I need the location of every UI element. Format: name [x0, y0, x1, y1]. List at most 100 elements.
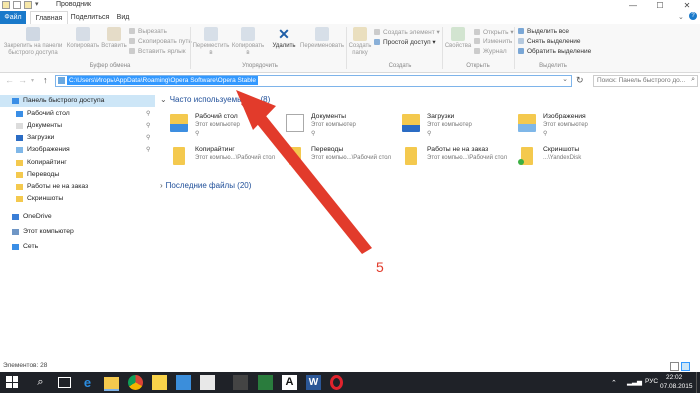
minimize-button[interactable]: — [620, 0, 646, 11]
pin-icon: ⚲ [146, 123, 151, 129]
search-input[interactable]: Поиск: Панель быстрого до... ⌕ [593, 75, 698, 87]
details-view-icon[interactable] [670, 362, 679, 371]
quick-access-tile[interactable]: Переводы Этот компью...\Рабочий стол [286, 145, 401, 173]
new-folder-icon[interactable] [24, 1, 32, 9]
recent-files-header[interactable]: › Последние файлы (20) [160, 181, 251, 190]
properties-icon[interactable] [13, 1, 21, 9]
search-icon[interactable]: ⌕ [33, 375, 48, 390]
word-icon[interactable]: W [306, 375, 321, 390]
maximize-button[interactable]: ☐ [647, 0, 673, 11]
frequent-folders-grid: Рабочий стол Этот компьютер ⚲ Документы Этот… [156, 89, 700, 179]
open-button[interactable]: Открыть ▾ [474, 28, 514, 36]
sidebar-item-translations[interactable]: Переводы [0, 169, 155, 181]
properties-button[interactable]: Свойства [444, 27, 472, 50]
copy-to-button[interactable]: Копировать в [230, 27, 266, 57]
pin-icon: ⚲ [146, 147, 151, 153]
show-desktop-button[interactable] [696, 372, 700, 393]
pin-to-quick-access-button[interactable]: Закрепить на панели быстрого доступа [2, 27, 64, 57]
sidebar-item-documents[interactable]: Документы ⚲ [0, 120, 155, 132]
tile-location: Этот компьютер [311, 122, 356, 128]
sidebar-item-network[interactable]: Сеть [0, 241, 155, 253]
store-icon[interactable] [176, 375, 191, 390]
select-group-label: Выделить [539, 63, 567, 69]
history-button[interactable]: Журнал [474, 48, 507, 55]
file-explorer-taskbar-icon[interactable] [104, 377, 119, 391]
move-to-icon [204, 27, 218, 41]
opera-icon[interactable] [330, 375, 343, 390]
cut-button[interactable]: Вырезать [129, 28, 167, 35]
chevron-down-icon[interactable]: ⌄ [678, 13, 684, 21]
address-path[interactable]: C:\Users\Игорь\AppData\Roaming\Opera Sof… [67, 76, 258, 85]
app-icon[interactable] [258, 375, 273, 390]
customize-qat-icon[interactable]: ▾ [35, 1, 39, 9]
sidebar-item-pictures[interactable]: Изображения ⚲ [0, 144, 155, 156]
documents-icon [286, 114, 304, 132]
forward-arrow-icon[interactable]: → [18, 75, 27, 85]
clock-time[interactable]: 22:02 [666, 374, 682, 381]
recent-locations-icon[interactable]: ▾ [31, 77, 34, 84]
tab-share[interactable]: Поделиться [70, 11, 110, 24]
copy-button[interactable]: Копировать [66, 27, 100, 50]
sidebar-item-onedrive[interactable]: OneDrive [0, 211, 155, 223]
app-icon[interactable] [200, 375, 215, 390]
select-all-button[interactable]: Выделить все [518, 28, 569, 35]
quick-access-tile[interactable]: Загрузки Этот компьютер ⚲ [402, 112, 517, 140]
chrome-icon[interactable] [128, 375, 143, 390]
back-arrow-icon[interactable]: ← [5, 75, 14, 85]
copy-path-icon [129, 38, 135, 45]
up-arrow-icon[interactable]: ↑ [43, 75, 48, 85]
folder-icon[interactable] [2, 1, 10, 9]
quick-access-tile[interactable]: Изображения Этот компьютер ⚲ [518, 112, 633, 140]
task-view-icon[interactable] [58, 377, 71, 388]
sidebar-item-desktop[interactable]: Рабочий стол ⚲ [0, 108, 155, 120]
network-icon[interactable]: ▂▃▅ [627, 378, 642, 386]
invert-selection-button[interactable]: Обратить выделение [518, 48, 591, 55]
app-icon[interactable] [152, 375, 167, 390]
address-dropdown-icon[interactable]: ⌄ [562, 75, 568, 83]
quick-access-tile[interactable]: Скриншоты ...\YandexDisk [518, 145, 633, 173]
clock-date[interactable]: 07.08.2015 [660, 383, 693, 390]
rename-button[interactable]: Переименовать [300, 27, 344, 50]
paste-button[interactable]: Вставить [100, 27, 128, 50]
tab-view[interactable]: Вид [113, 11, 133, 24]
select-none-button[interactable]: Снять выделение [518, 38, 581, 45]
sidebar-item-noncommission-works[interactable]: Работы не на заказ [0, 181, 155, 193]
move-to-button[interactable]: Переместить в [192, 27, 230, 57]
app-icon[interactable] [233, 375, 248, 390]
edit-button[interactable]: Изменить [474, 38, 512, 45]
sidebar-item-downloads[interactable]: Загрузки ⚲ [0, 132, 155, 144]
quick-access-tile[interactable]: Документы Этот компьютер ⚲ [286, 112, 401, 140]
paste-shortcut-button[interactable]: Вставить ярлык [129, 48, 186, 55]
close-button[interactable]: ✕ [674, 0, 700, 11]
refresh-icon[interactable]: ↻ [576, 75, 584, 86]
sidebar-item-label: OneDrive [23, 213, 52, 220]
sidebar-item-copywriting[interactable]: Копирайтинг [0, 157, 155, 169]
new-item-button[interactable]: Создать элемент ▾ [374, 28, 440, 36]
quick-access-tile[interactable]: Рабочий стол Этот компьютер ⚲ [170, 112, 285, 140]
sidebar-item-quick-access[interactable]: Панель быстрого доступа [0, 95, 155, 107]
tiles-view-icon[interactable] [681, 362, 690, 371]
item-count: Элементов: 28 [3, 362, 48, 369]
annotation-step-number: 5 [376, 259, 384, 275]
help-icon[interactable]: ? [689, 12, 697, 20]
tab-file[interactable]: Файл [0, 11, 26, 24]
tile-name: Работы не на заказ [427, 146, 489, 153]
delete-button[interactable]: ✕ Удалить [268, 27, 300, 50]
quick-access-tile[interactable]: Копирайтинг Этот компью...\Рабочий стол [170, 145, 285, 173]
windows-start-icon[interactable] [6, 376, 18, 388]
pin-icon: ⚲ [311, 131, 316, 137]
keyboard-language[interactable]: РУС [645, 378, 658, 385]
tile-name: Скриншоты [543, 146, 580, 153]
quick-access-tile[interactable]: Работы не на заказ Этот компью...\Рабочий… [402, 145, 517, 173]
sidebar-item-this-pc[interactable]: Этот компьютер [0, 226, 155, 238]
new-folder-button[interactable]: Создать папку [348, 27, 372, 57]
sidebar-item-screenshots[interactable]: Скриншоты [0, 193, 155, 205]
copy-path-button[interactable]: Скопировать путь [129, 38, 192, 45]
tab-home[interactable]: Главная [30, 11, 68, 25]
font-app-icon[interactable]: A [282, 375, 297, 390]
tray-chevron-icon[interactable]: ⌃ [611, 379, 617, 387]
easy-access-button[interactable]: Простой доступ ▾ [374, 38, 436, 46]
edge-browser-icon[interactable]: e [80, 375, 95, 390]
pin-icon: ⚲ [543, 131, 548, 137]
address-bar[interactable]: C:\Users\Игорь\AppData\Roaming\Opera Sof… [55, 75, 572, 87]
